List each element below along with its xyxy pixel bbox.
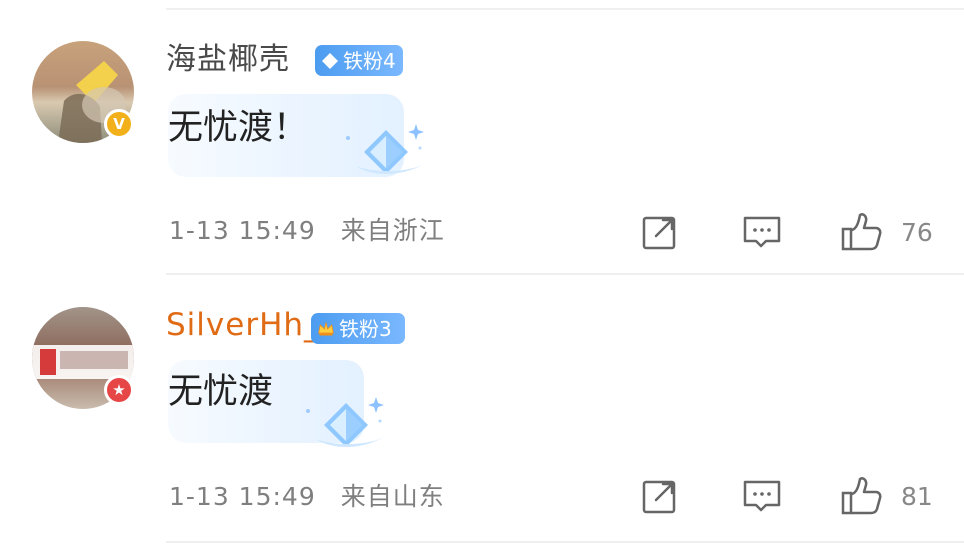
action-bar: 81 (641, 476, 941, 516)
avatar-container[interactable]: ★ (32, 307, 134, 409)
repost-button[interactable] (641, 212, 681, 252)
like-button[interactable]: 81 (839, 476, 939, 516)
repost-icon (642, 480, 676, 514)
fan-badge: 铁粉4 (315, 45, 403, 76)
verified-badge-text: ★ (112, 380, 126, 399)
avatar-container[interactable]: V (32, 41, 134, 143)
verified-badge: V (104, 109, 134, 139)
location: 来自浙江 (340, 216, 445, 245)
like-count: 76 (901, 217, 933, 247)
timestamp: 1-13 15:49 (169, 216, 316, 245)
timestamp: 1-13 15:49 (169, 482, 316, 511)
diamond-sparkle-icon (346, 124, 424, 174)
comment-item: ★ SilverHh_ 铁粉3 无忧渡 1-13 15:49 来自山东 81 (0, 275, 964, 540)
like-icon (841, 477, 882, 515)
repost-button[interactable] (641, 476, 681, 516)
crown-icon (317, 320, 335, 338)
comment-button[interactable] (741, 476, 783, 516)
verified-badge-text: V (113, 114, 125, 133)
comment-text: 无忧渡！ (168, 108, 309, 148)
verified-badge: ★ (104, 375, 134, 405)
comment-meta: 1-13 15:49 来自山东 (169, 484, 445, 509)
fan-badge-text: 铁粉3 (339, 316, 392, 341)
divider-bottom (166, 541, 964, 543)
username[interactable]: 海盐椰壳 (166, 45, 290, 75)
like-button[interactable]: 76 (839, 212, 939, 252)
comment-icon (743, 480, 781, 512)
repost-icon (642, 216, 676, 250)
like-count: 81 (901, 481, 933, 511)
location: 来自山东 (340, 482, 445, 511)
username[interactable]: SilverHh_ (166, 310, 321, 341)
comment-item: V 海盐椰壳 铁粉4 无忧渡！ 1-13 15:49 来自浙江 76 (0, 0, 964, 272)
action-bar: 76 (641, 212, 941, 252)
like-icon (841, 213, 882, 251)
comment-meta: 1-13 15:49 来自浙江 (169, 218, 445, 243)
fan-badge-text: 铁粉4 (343, 48, 396, 73)
comment-text: 无忧渡 (168, 372, 274, 412)
comment-icon (743, 216, 781, 248)
diamond-icon (321, 52, 339, 70)
fan-badge: 铁粉3 (311, 313, 405, 344)
diamond-sparkle-icon (306, 397, 384, 447)
comment-button[interactable] (741, 212, 783, 252)
